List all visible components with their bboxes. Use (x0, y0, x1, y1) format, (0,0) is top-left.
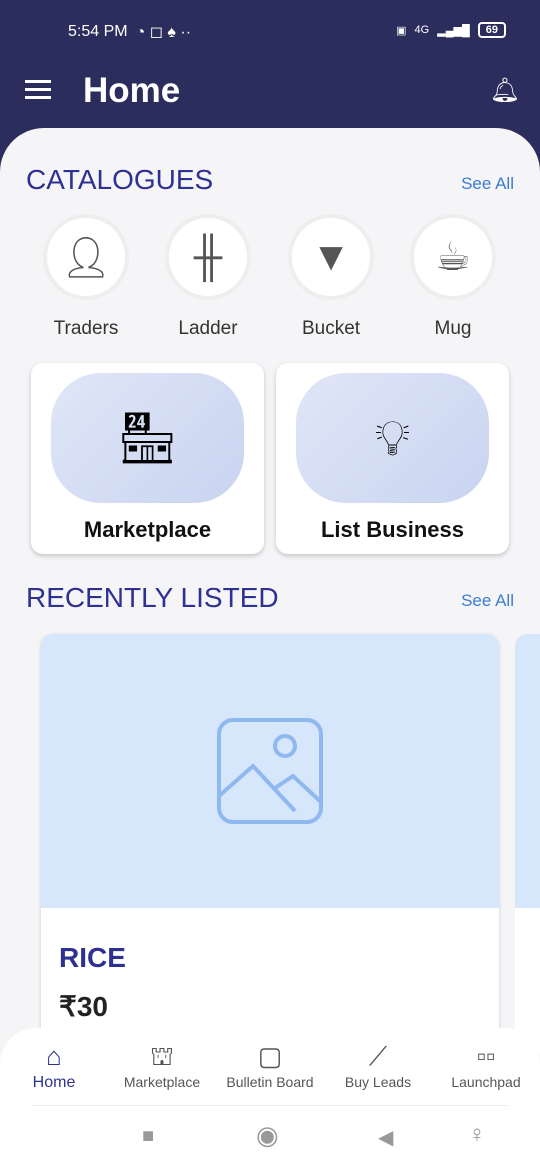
bottom-nav: ⌂ Home ⛫ Marketplace ▢ Bulletin Board ⟋ Buy … (0, 1028, 540, 1170)
catalogue-label: Bucket (301, 318, 361, 339)
store-icon: ⛫ (150, 1041, 174, 1071)
catalogue-ladder[interactable]: ╫ Ladder (163, 214, 253, 340)
content: CATALOGUES See All 👤︎ Traders ╫ Ladder ▼ Bu… (0, 128, 540, 1170)
home-button-icon[interactable]: ◉ (256, 1120, 279, 1151)
ladder-icon: ╫ (165, 214, 251, 300)
marketplace-illustration: 🏪︎ (51, 373, 244, 503)
bucket-icon: ▼ (288, 214, 374, 300)
grid-icon: ▫▫ (476, 1041, 496, 1071)
catalogues-see-all[interactable]: See All (461, 174, 514, 194)
mug-icon: ☕︎ (410, 214, 496, 300)
network-label: 4G (414, 24, 430, 36)
app-bar: Home 🔔︎ (0, 62, 540, 122)
card-label: Marketplace (83, 517, 212, 542)
easel-icon: ▢ (257, 1041, 283, 1071)
recent-see-all[interactable]: See All (461, 591, 514, 611)
catalogue-bucket[interactable]: ▼ Bucket (286, 214, 376, 340)
nav-label: Launchpad (451, 1074, 521, 1090)
notification-icons: ◔ ◻ ♠ ·· (135, 24, 192, 41)
catalogues-heading: CATALOGUES (26, 164, 214, 195)
catalogue-mug[interactable]: ☕︎ Mug (408, 214, 498, 340)
card-label: List Business (320, 517, 465, 542)
back-button-icon[interactable]: ◀ (378, 1125, 393, 1150)
catalogue-traders[interactable]: 👤︎ Traders (41, 214, 131, 340)
home-icon: ⌂ (46, 1041, 62, 1071)
nav-marketplace[interactable]: ⛫ Marketplace (108, 1038, 216, 1090)
status-bar: 5:54 PM ◔ ◻ ♠ ·· ▣ 4G ▂▄▆█ 69 (0, 0, 540, 62)
accessibility-icon[interactable]: ♀ (468, 1121, 486, 1149)
trader-icon: 👤︎ (43, 214, 129, 300)
catalogue-label: Mug (434, 318, 472, 339)
nav-label: Home (32, 1074, 76, 1091)
product-name: RICE (59, 942, 126, 973)
bell-icon[interactable]: 🔔︎ (490, 76, 520, 105)
divider (32, 1105, 508, 1106)
recents-button-icon[interactable]: ■ (142, 1125, 154, 1148)
trend-chart-icon: ⟋ (368, 1041, 388, 1071)
list-business-illustration: 💡︎ (296, 373, 489, 503)
nav-label: Bulletin Board (226, 1074, 314, 1090)
status-time: 5:54 PM (68, 23, 128, 40)
catalogue-label: Ladder (178, 318, 238, 339)
product-card[interactable]: RICE ₹30 (41, 634, 499, 1054)
catalogue-label: Traders (53, 318, 119, 339)
battery-level: 69 (477, 22, 506, 38)
nav-launchpad[interactable]: ▫▫ Launchpad (432, 1038, 540, 1090)
signal-icon: ▂▄▆█ (437, 24, 470, 37)
nav-buy-leads[interactable]: ⟋ Buy Leads (324, 1038, 432, 1090)
recently-listed-heading: RECENTLY LISTED (26, 582, 279, 613)
page-title: Home (83, 71, 181, 110)
image-placeholder-icon (41, 634, 499, 908)
nav-label: Marketplace (123, 1074, 201, 1090)
nav-bulletin-board[interactable]: ▢ Bulletin Board (216, 1038, 324, 1090)
nav-home[interactable]: ⌂ Home (0, 1038, 108, 1092)
product-price: ₹30 (59, 991, 108, 1022)
nav-label: Buy Leads (344, 1074, 412, 1090)
marketplace-card[interactable]: 🏪︎ Marketplace (31, 363, 264, 554)
product-card-partial[interactable] (515, 634, 540, 1054)
volte-icon: ▣ (396, 24, 407, 37)
hamburger-menu-icon[interactable] (25, 80, 51, 104)
list-business-card[interactable]: 💡︎ List Business (276, 363, 509, 554)
